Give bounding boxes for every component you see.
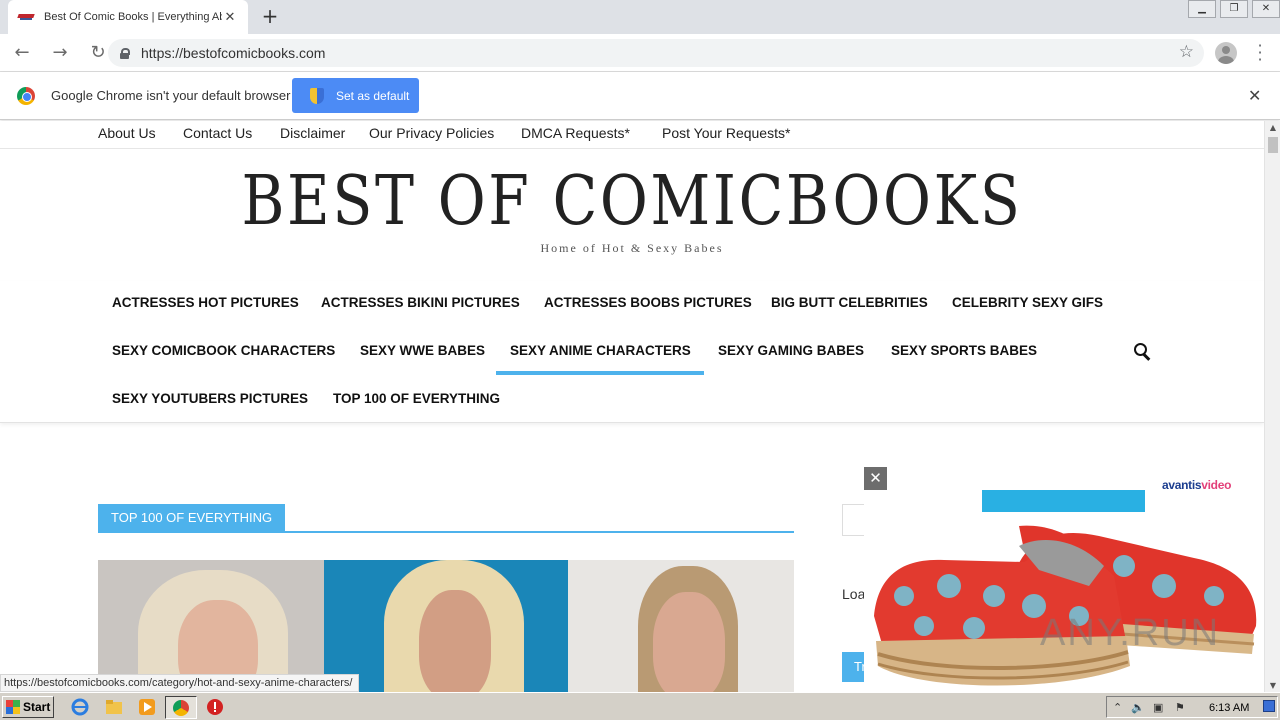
show-desktop-icon[interactable]	[1263, 700, 1275, 712]
main-menu: ACTRESSES HOT PICTURES ACTRESSES BIKINI …	[0, 281, 1264, 423]
top-link-about[interactable]: About Us	[98, 125, 156, 141]
system-clock[interactable]: 6:13 AM	[1209, 702, 1249, 714]
shoe-product-image	[874, 525, 1257, 686]
stop-icon[interactable]	[206, 698, 224, 716]
tab-strip: Best Of Comic Books | Everything Ab ✕ + …	[0, 0, 1280, 34]
forward-button[interactable]: →	[44, 37, 76, 69]
menu-item-anime-characters[interactable]: SEXY ANIME CHARACTERS	[510, 343, 691, 358]
back-arrow-icon: ←	[14, 42, 30, 63]
media-player-icon[interactable]	[138, 698, 156, 716]
reload-icon: ↻	[90, 42, 106, 63]
shield-icon	[310, 87, 324, 104]
menu-item-sports-babes[interactable]: SEXY SPORTS BABES	[891, 343, 1037, 358]
search-icon[interactable]	[1134, 343, 1152, 361]
infobar-close-icon[interactable]: ✕	[1248, 86, 1261, 105]
menu-item-top-100[interactable]: TOP 100 OF EVERYTHING	[333, 391, 500, 406]
new-tab-button[interactable]: +	[260, 6, 280, 26]
site-tagline: Home of Hot & Sexy Babes	[540, 241, 724, 255]
top-link-privacy[interactable]: Our Privacy Policies	[369, 125, 494, 141]
system-tray: ⌃ 🔈 ▣ ⚑ 6:13 AM	[1106, 696, 1278, 718]
menu-item-gaming-babes[interactable]: SEXY GAMING BABES	[718, 343, 864, 358]
post-thumbnail-1[interactable]	[98, 560, 324, 692]
sidebar-loading-text: Loa	[842, 586, 866, 602]
status-url-bubble: https://bestofcomicbooks.com/category/ho…	[0, 674, 360, 692]
top-link-post-requests[interactable]: Post Your Requests*	[662, 125, 790, 141]
address-bar[interactable]: https://bestofcomicbooks.com ☆	[108, 39, 1204, 67]
forward-arrow-icon: →	[52, 42, 68, 63]
tray-expand-icon[interactable]: ⌃	[1113, 701, 1122, 714]
browser-tab[interactable]: Best Of Comic Books | Everything Ab ✕	[8, 0, 248, 34]
site-favicon-icon	[18, 12, 34, 22]
bookmark-star-icon[interactable]: ☆	[1179, 42, 1194, 62]
top-links-bar: About Us Contact Us Disclaimer Our Priva…	[0, 121, 1264, 149]
window-controls: ▁ ❐ ✕	[1188, 0, 1280, 18]
minimize-button[interactable]: ▁	[1188, 0, 1216, 18]
file-explorer-icon[interactable]	[105, 698, 123, 716]
menu-item-wwe-babes[interactable]: SEXY WWE BABES	[360, 343, 485, 358]
post-thumbnail-3[interactable]	[568, 560, 794, 692]
top-link-contact[interactable]: Contact Us	[183, 125, 252, 141]
tab-close-icon[interactable]: ✕	[222, 10, 238, 25]
top-link-dmca[interactable]: DMCA Requests*	[521, 125, 630, 141]
set-as-default-button[interactable]: Set as default	[292, 78, 419, 113]
start-button[interactable]: Start	[2, 696, 54, 718]
menu-item-actresses-boobs[interactable]: ACTRESSES BOOBS PICTURES	[544, 295, 752, 310]
post-thumbnail-2[interactable]	[324, 560, 568, 692]
ad-close-button[interactable]: ✕	[864, 467, 887, 490]
volume-icon[interactable]: 🔈	[1131, 701, 1145, 714]
url-text: https://bestofcomicbooks.com	[141, 45, 326, 61]
scroll-down-icon[interactable]: ▼	[1265, 681, 1280, 690]
video-ad[interactable]: avantisvideo	[864, 466, 1264, 692]
page-scrollbar[interactable]: ▲ ▼	[1264, 121, 1280, 692]
section-heading[interactable]: TOP 100 OF EVERYTHING	[98, 504, 286, 532]
active-menu-indicator	[496, 371, 704, 375]
menu-item-actresses-hot[interactable]: ACTRESSES HOT PICTURES	[112, 295, 299, 310]
scroll-up-icon[interactable]: ▲	[1265, 123, 1280, 132]
lock-icon	[120, 47, 130, 59]
back-button[interactable]: ←	[6, 37, 38, 69]
menu-item-big-butt[interactable]: BIG BUTT CELEBRITIES	[771, 295, 928, 310]
anyrun-watermark: ANY.RUN	[1040, 612, 1221, 654]
section-underline	[98, 531, 794, 533]
infobar-message: Google Chrome isn't your default browser	[51, 88, 291, 103]
network-icon[interactable]: ▣	[1153, 701, 1163, 714]
menu-item-comicbook-characters[interactable]: SEXY COMICBOOK CHARACTERS	[112, 343, 335, 358]
close-window-button[interactable]: ✕	[1252, 0, 1280, 18]
browser-toolbar: ← → ↻ https://bestofcomicbooks.com ☆ · · ·	[0, 34, 1280, 72]
chrome-menu-icon[interactable]: · · ·	[1250, 38, 1270, 68]
set-as-default-label: Set as default	[336, 88, 410, 103]
menu-item-youtubers[interactable]: SEXY YOUTUBERS PICTURES	[112, 391, 308, 406]
restore-button[interactable]: ❐	[1220, 0, 1248, 18]
menu-item-celebrity-gifs[interactable]: CELEBRITY SEXY GIFS	[952, 295, 1103, 310]
windows-taskbar: Start ⌃ 🔈 ▣ ⚑ 6:13 AM	[0, 692, 1280, 720]
menu-item-actresses-bikini[interactable]: ACTRESSES BIKINI PICTURES	[321, 295, 520, 310]
start-label: Start	[23, 700, 51, 714]
chrome-taskbar-button[interactable]	[165, 696, 197, 719]
profile-avatar-icon[interactable]	[1215, 42, 1237, 64]
tab-title: Best Of Comic Books | Everything Ab	[44, 11, 222, 23]
site-logo-title[interactable]: BEST OF COMICBOOKS	[88, 165, 1175, 239]
scroll-thumb[interactable]	[1268, 137, 1278, 153]
default-browser-infobar: Google Chrome isn't your default browser…	[0, 72, 1280, 120]
chrome-icon	[173, 700, 189, 716]
windows-logo-icon	[6, 700, 20, 714]
top-link-disclaimer[interactable]: Disclaimer	[280, 125, 345, 141]
internet-explorer-icon[interactable]	[71, 698, 89, 716]
chrome-logo-icon	[17, 87, 35, 105]
action-center-flag-icon[interactable]: ⚑	[1175, 701, 1185, 714]
